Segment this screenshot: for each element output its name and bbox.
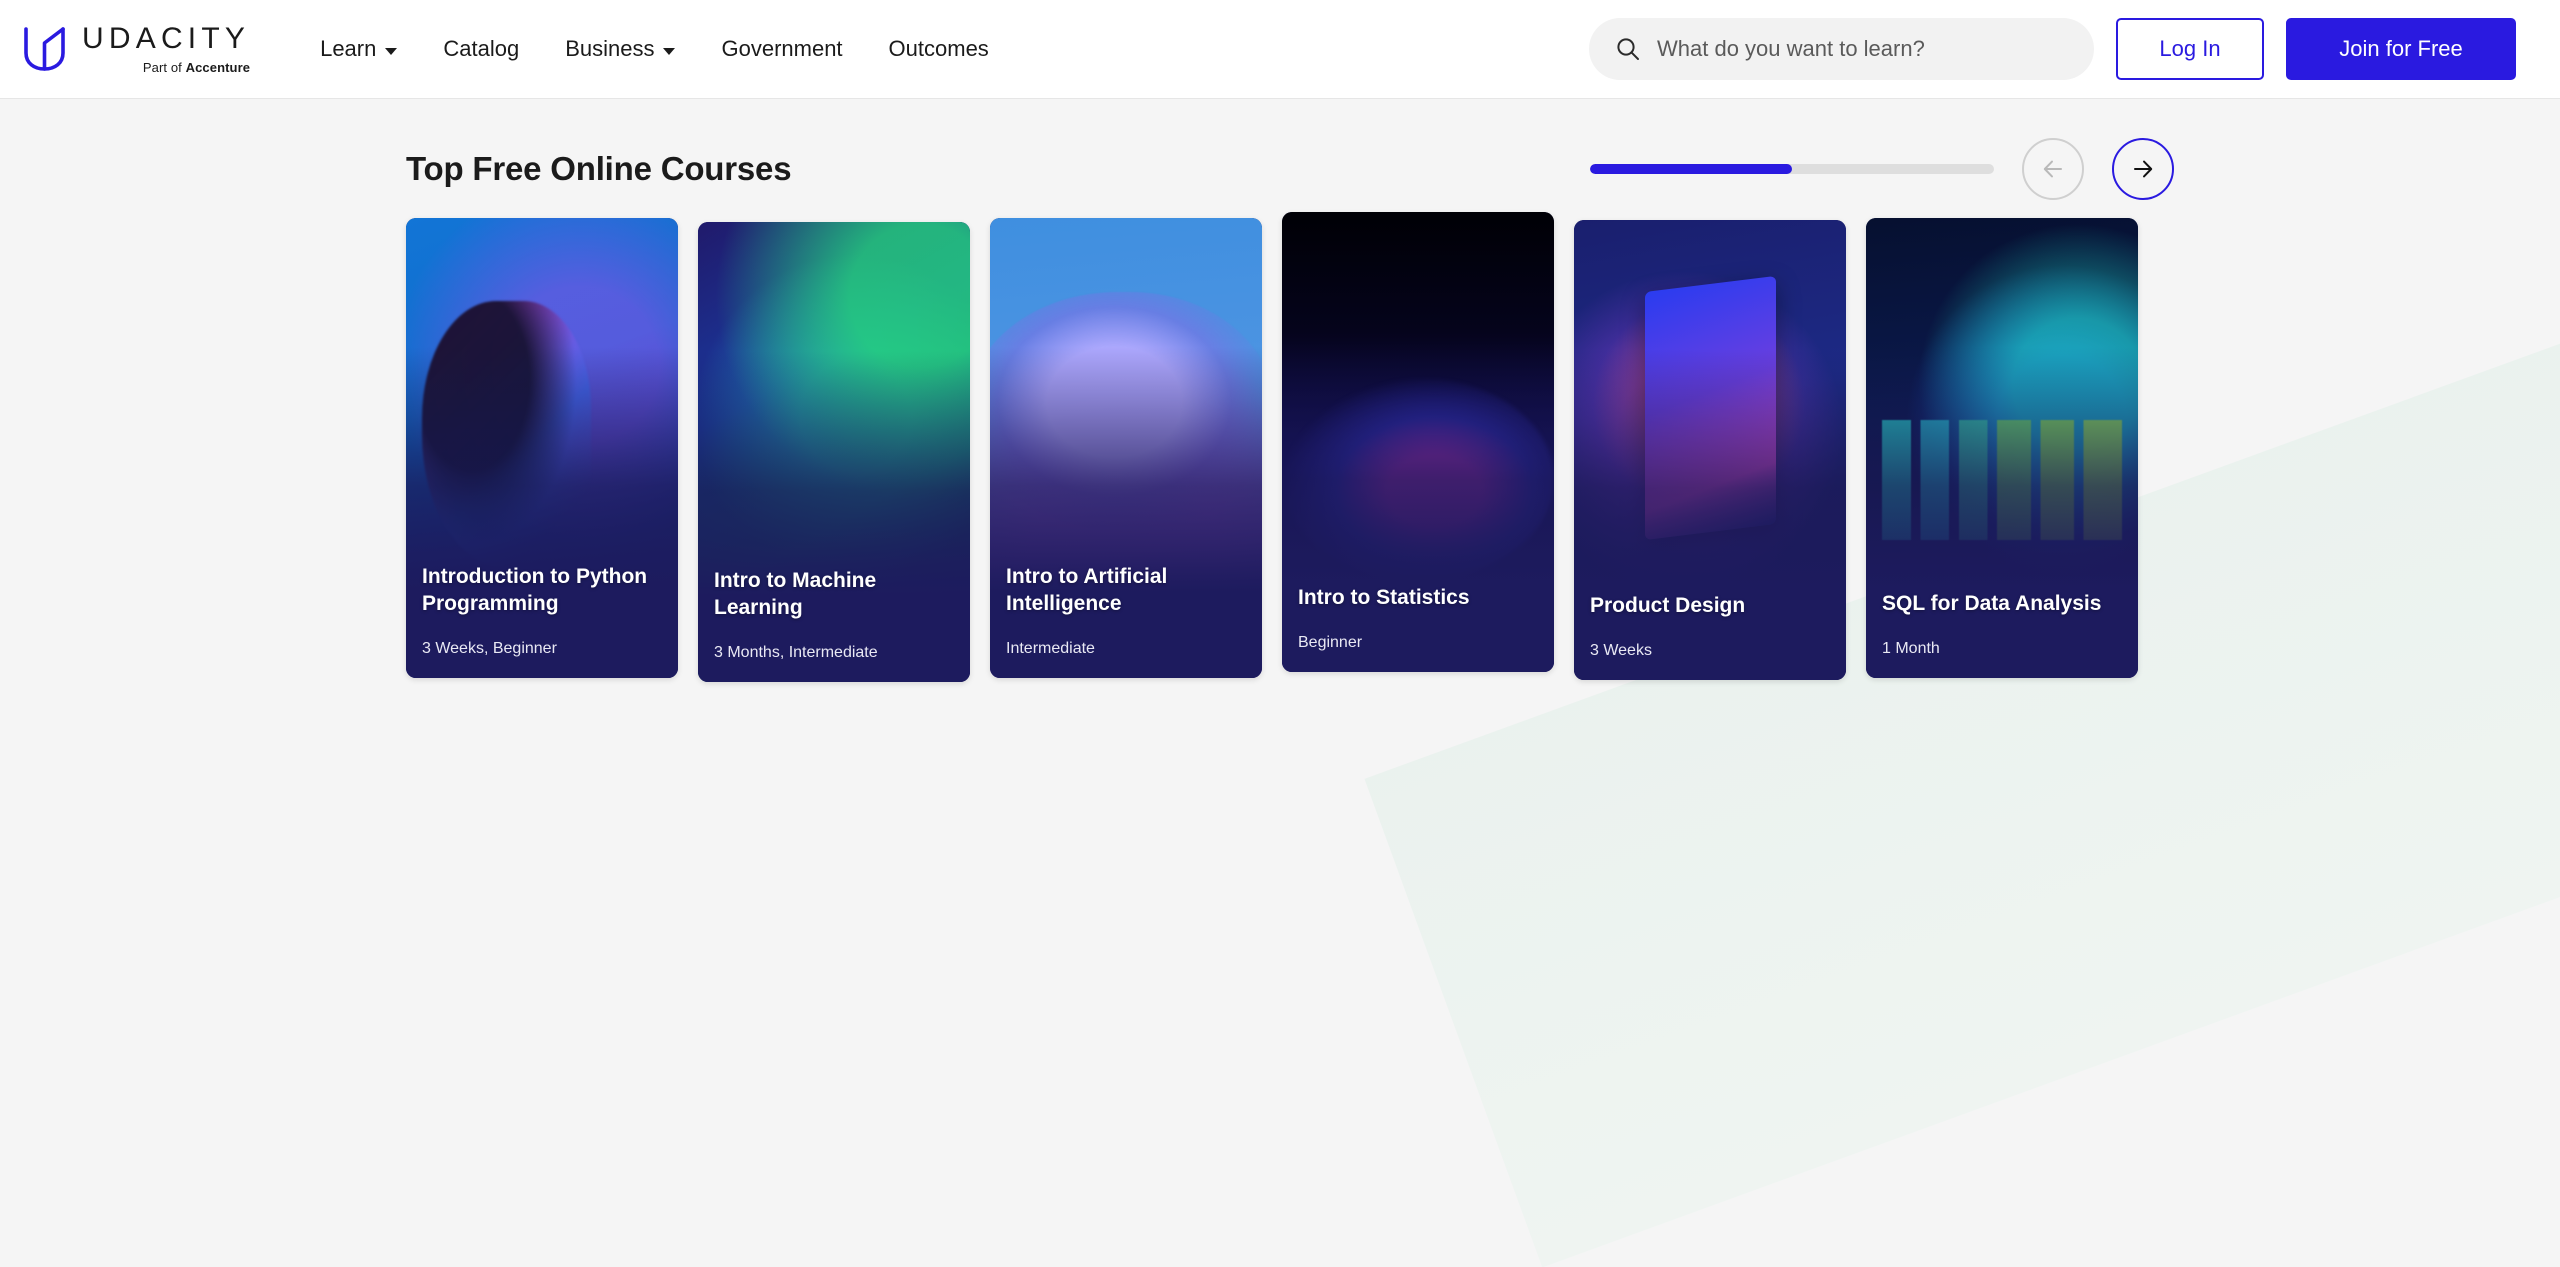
brand-wordmark: UDACITY: [82, 21, 251, 55]
course-meta: Intermediate: [1006, 640, 1095, 657]
course-meta: 3 Weeks: [1590, 642, 1652, 659]
course-card-body: Intro to Machine Learning 3 Months, Inte…: [698, 568, 970, 682]
course-title: Intro to Artificial Intelligence: [1006, 565, 1168, 616]
course-title: SQL for Data Analysis: [1882, 592, 2102, 616]
course-title: Intro to Machine Learning: [714, 569, 877, 620]
course-meta: 3 Weeks, Beginner: [422, 640, 557, 657]
nav-label-learn: Learn: [320, 36, 377, 61]
course-card-list: Introduction to Python Programming 3 Wee…: [406, 212, 2560, 682]
nav-item-learn[interactable]: Learn: [320, 36, 398, 62]
nav-label-catalog: Catalog: [443, 36, 520, 61]
nav-item-outcomes[interactable]: Outcomes: [889, 36, 989, 62]
nav-label-government: Government: [721, 36, 843, 61]
course-meta: 1 Month: [1882, 640, 1940, 657]
course-card[interactable]: Intro to Machine Learning 3 Months, Inte…: [698, 222, 970, 682]
subbrand-company: Accenture: [185, 59, 251, 75]
subbrand-prefix: Part of: [142, 59, 186, 75]
search-icon: [1617, 38, 1639, 60]
course-card[interactable]: SQL for Data Analysis 1 Month: [1866, 218, 2138, 678]
site-header: UDACITY Part of Accenture Learn Catalog …: [0, 0, 2560, 98]
course-card-body: SQL for Data Analysis 1 Month: [1866, 591, 2138, 678]
udacity-u-mark: [24, 27, 65, 71]
course-card[interactable]: Intro to Statistics Beginner: [1282, 212, 1554, 672]
course-card-body: Product Design 3 Weeks: [1574, 593, 1846, 680]
udacity-logo[interactable]: UDACITY Part of Accenture: [22, 21, 251, 75]
course-card-body: Intro to Artificial Intelligence Interme…: [990, 564, 1262, 678]
course-card[interactable]: Product Design 3 Weeks: [1574, 220, 1846, 680]
nav-label-business: Business: [565, 36, 655, 61]
course-title: Intro to Statistics: [1298, 586, 1470, 610]
chevron-down-icon: [385, 47, 398, 55]
header-actions: Log In Join for Free: [1589, 18, 2516, 80]
carousel-controls: [1590, 138, 2174, 200]
chevron-down-icon: [663, 47, 676, 55]
course-card-body: Intro to Statistics Beginner: [1282, 585, 1554, 672]
course-title: Introduction to Python Programming: [422, 565, 648, 616]
login-button[interactable]: Log In: [2116, 18, 2264, 80]
section-header: Top Free Online Courses: [406, 98, 2560, 200]
course-card[interactable]: Intro to Artificial Intelligence Interme…: [990, 218, 1262, 678]
course-card-body: Introduction to Python Programming 3 Wee…: [406, 564, 678, 678]
section-title: Top Free Online Courses: [406, 150, 792, 187]
carousel-progress-fill: [1590, 164, 1792, 174]
arrow-left-icon: [2043, 160, 2062, 178]
course-meta: Beginner: [1298, 634, 1363, 651]
course-meta: 3 Months, Intermediate: [714, 644, 878, 661]
arrow-right-icon: [2134, 160, 2153, 178]
primary-navigation: Learn Catalog Business Government Outcom…: [320, 36, 989, 62]
search-box[interactable]: [1589, 18, 2094, 80]
carousel-prev-button[interactable]: [2022, 138, 2084, 200]
search-input[interactable]: [1657, 36, 2068, 62]
course-title: Product Design: [1590, 594, 1746, 618]
nav-label-outcomes: Outcomes: [888, 36, 989, 61]
carousel-progress-bar[interactable]: [1590, 164, 1994, 174]
brand-subtitle: Part of Accenture: [143, 60, 250, 75]
join-for-free-button[interactable]: Join for Free: [2286, 18, 2516, 80]
carousel-next-button[interactable]: [2112, 138, 2174, 200]
top-free-courses-section: Top Free Online Courses Introduction to …: [0, 98, 2560, 682]
nav-item-government[interactable]: Government: [721, 36, 842, 62]
course-card[interactable]: Introduction to Python Programming 3 Wee…: [406, 218, 678, 678]
nav-item-catalog[interactable]: Catalog: [443, 36, 519, 62]
nav-item-business[interactable]: Business: [565, 36, 676, 62]
